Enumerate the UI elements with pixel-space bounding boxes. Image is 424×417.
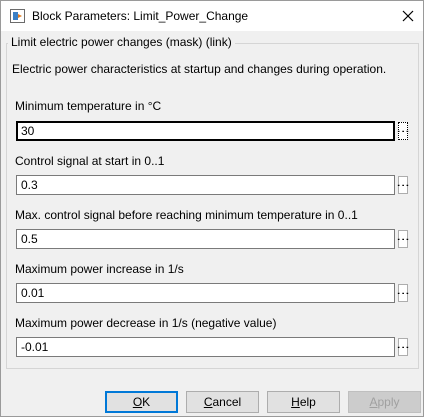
- param-label-min-temperature: Minimum temperature in °C: [15, 99, 162, 113]
- cancel-button[interactable]: Cancel: [186, 391, 259, 413]
- param-menu-button-max-control-signal[interactable]: ⋮: [396, 230, 411, 248]
- close-button[interactable]: [393, 1, 423, 31]
- ok-mnemonic: O: [132, 395, 143, 409]
- max-control-signal-field[interactable]: [16, 229, 395, 249]
- vertical-ellipsis-icon: ⋮: [396, 232, 411, 246]
- ok-label-rest: K: [142, 395, 151, 409]
- help-button[interactable]: Help: [267, 391, 340, 413]
- vertical-ellipsis-icon: ⋮: [396, 286, 411, 300]
- control-signal-start-field[interactable]: [16, 175, 395, 195]
- apply-mnemonic: A: [369, 395, 378, 409]
- ok-button[interactable]: OK: [105, 391, 178, 413]
- param-menu-button-min-temperature[interactable]: ⋮: [396, 122, 411, 140]
- vertical-ellipsis-icon: ⋮: [396, 340, 411, 354]
- vertical-ellipsis-icon: ⋮: [396, 124, 411, 138]
- help-label-rest: elp: [299, 395, 316, 409]
- vertical-ellipsis-icon: ⋮: [396, 178, 411, 192]
- param-label-max-power-decrease: Maximum power decrease in 1/s (negative …: [15, 316, 277, 330]
- cancel-label-rest: ancel: [212, 395, 242, 409]
- param-label-max-power-increase: Maximum power increase in 1/s: [15, 262, 184, 276]
- title-bar: Block Parameters: Limit_Power_Change: [1, 1, 423, 31]
- apply-label-rest: pply: [377, 395, 400, 409]
- cancel-mnemonic: C: [203, 395, 213, 409]
- param-menu-button-max-power-decrease[interactable]: ⋮: [396, 338, 411, 356]
- group-description: Electric power characteristics at startu…: [12, 62, 387, 76]
- max-power-increase-field[interactable]: [16, 283, 395, 303]
- param-label-control-signal-start: Control signal at start in 0..1: [15, 154, 165, 168]
- min-temperature-field[interactable]: [16, 121, 395, 141]
- param-menu-button-control-signal-start[interactable]: ⋮: [396, 176, 411, 194]
- window-title: Block Parameters: Limit_Power_Change: [32, 9, 249, 23]
- simulink-block-icon: [10, 9, 25, 23]
- group-title: Limit electric power changes (mask) (lin…: [8, 35, 235, 49]
- param-label-max-control-signal: Max. control signal before reaching mini…: [15, 208, 358, 222]
- param-menu-button-max-power-increase[interactable]: ⋮: [396, 284, 411, 302]
- apply-button[interactable]: Apply: [348, 391, 421, 413]
- dialog-window: Block Parameters: Limit_Power_Change Lim…: [0, 0, 424, 417]
- help-mnemonic: H: [291, 395, 300, 409]
- max-power-decrease-field[interactable]: [16, 337, 395, 357]
- close-icon: [402, 10, 414, 22]
